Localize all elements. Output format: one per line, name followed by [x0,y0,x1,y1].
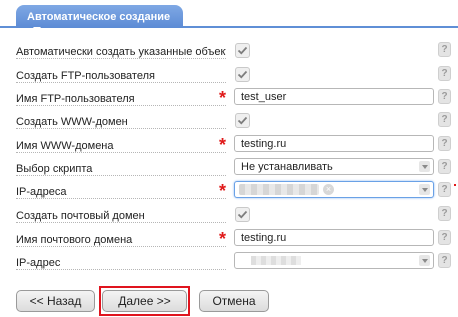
form-row-ip-address: IP-адрес ? [0,252,458,275]
form-row-www-domain-name: Имя WWW-домена * testing.ru ? [0,135,458,158]
field-label: Создать почтовый домен [16,210,147,222]
www-domain-input[interactable]: testing.ru [234,135,434,152]
help-icon[interactable]: ? [438,230,451,245]
field-label: Имя FTP-пользователя [16,93,137,105]
ftp-username-input[interactable]: test_user [234,88,434,105]
ip-addresses-multiselect[interactable]: × [234,181,434,198]
auto-create-checkbox[interactable] [235,43,250,58]
chevron-down-icon [419,161,430,172]
field-label: Имя WWW-домена [16,140,116,152]
field-label: IP-адреса [16,186,69,198]
tab-strip: Автоматическое создание [0,0,458,32]
form-row-create-ftp-user: Создать FTP-пользователя ? [0,65,458,88]
script-select[interactable]: Не устанавливать [234,158,434,175]
ip-value-redacted [251,256,301,265]
tab-auto-create[interactable]: Автоматическое создание [16,5,183,32]
required-marker: * [219,135,227,155]
create-mail-domain-checkbox[interactable] [235,207,250,222]
help-icon[interactable]: ? [438,136,451,151]
create-www-domain-checkbox[interactable] [235,113,250,128]
required-marker: * [219,229,227,249]
field-label: Имя почтового домена [16,234,135,246]
field-label: Создать FTP-пользователя [16,70,157,82]
field-label: Выбор скрипта [16,163,95,175]
form-row-script-choice: Выбор скрипта Не устанавливать ? [0,158,458,181]
form-row-create-www-domain: Создать WWW-домен ? [0,111,458,134]
error-marker [454,184,456,186]
ip-address-select[interactable] [234,252,434,269]
required-marker: * [219,88,227,108]
help-icon[interactable]: ? [438,159,451,174]
field-label: IP-адрес [16,257,63,269]
mail-domain-input[interactable]: testing.ru [234,229,434,246]
help-icon[interactable]: ? [438,42,451,57]
help-icon[interactable]: ? [438,182,451,197]
field-label: Автоматически создать указанные объекты [16,46,226,58]
help-icon[interactable]: ? [438,253,451,268]
back-button[interactable]: << Назад [16,290,95,312]
next-button[interactable]: Далее >> [102,290,187,312]
select-value: Не устанавливать [241,161,333,173]
help-icon[interactable]: ? [438,66,451,81]
form-row-ftp-username: Имя FTP-пользователя * test_user ? [0,88,458,111]
chevron-down-icon [419,255,430,266]
create-ftp-user-checkbox[interactable] [235,67,250,82]
ip-chip-redacted [239,184,319,195]
field-label: Создать WWW-домен [16,116,130,128]
help-icon[interactable]: ? [438,89,451,104]
tab-label: Автоматическое создание [27,11,171,23]
required-marker: * [219,181,227,201]
help-icon[interactable]: ? [438,206,451,221]
cancel-button[interactable]: Отмена [199,290,269,312]
form-row-auto-create-objects: Автоматически создать указанные объекты … [0,41,458,64]
chevron-down-icon [33,26,41,32]
form-row-create-mail-domain: Создать почтовый домен ? [0,205,458,228]
close-icon[interactable]: × [323,184,334,195]
form-row-mail-domain-name: Имя почтового домена * testing.ru ? [0,229,458,252]
help-icon[interactable]: ? [438,112,451,127]
form-row-ip-addresses: IP-адреса * × ? [0,181,458,204]
chevron-down-icon [419,184,430,195]
